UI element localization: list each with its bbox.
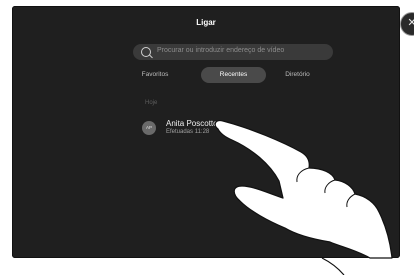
pointing-hand-icon bbox=[214, 120, 393, 275]
